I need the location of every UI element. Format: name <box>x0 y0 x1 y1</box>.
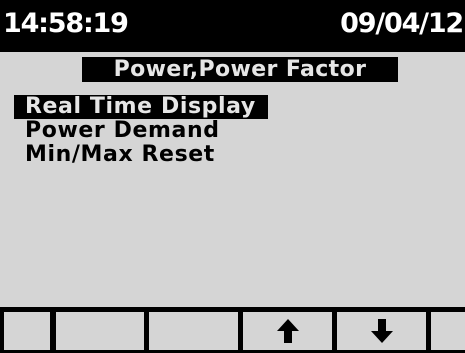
menu-item-real-time-display[interactable]: Real Time Display <box>14 95 268 119</box>
softkey-3-button[interactable] <box>145 307 242 353</box>
menu-item-min-max-reset[interactable]: Min/Max Reset <box>14 143 227 167</box>
softkey-6-button[interactable] <box>427 307 465 353</box>
display-screen: 14:58:19 09/04/12 Power,Power Factor Rea… <box>0 0 465 353</box>
arrow-up-icon <box>276 319 299 343</box>
menu-item-power-demand[interactable]: Power Demand <box>14 119 232 143</box>
softkey-2-button[interactable] <box>52 307 148 353</box>
softkey-up-button[interactable] <box>239 307 336 353</box>
status-bar: 14:58:19 09/04/12 <box>0 0 465 52</box>
date-display: 09/04/12 <box>340 8 464 39</box>
softkey-down-button[interactable] <box>333 307 430 353</box>
menu-title: Power,Power Factor <box>82 57 398 82</box>
clock-time: 14:58:19 <box>3 8 129 39</box>
softkey-1-button[interactable] <box>0 307 54 353</box>
arrow-down-icon <box>370 319 393 343</box>
